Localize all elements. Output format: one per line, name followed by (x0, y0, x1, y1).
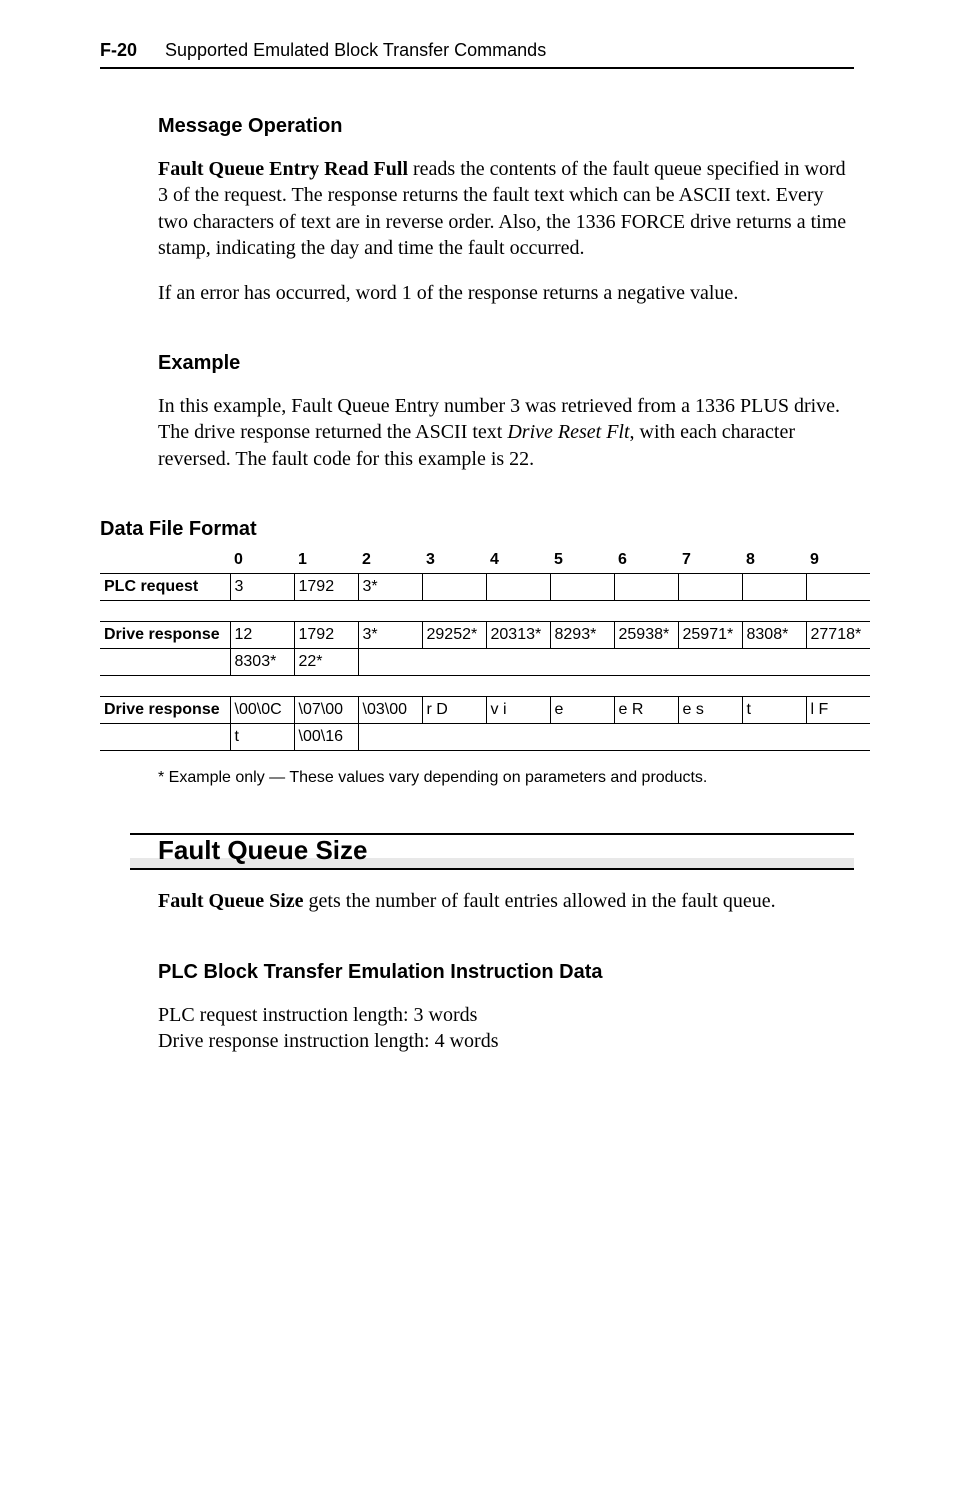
line: Drive response instruction length: 4 wor… (158, 1030, 499, 1052)
page-header: F-20 Supported Emulated Block Transfer C… (100, 40, 854, 69)
cell: \07\00 (294, 697, 358, 724)
cell: 29252* (422, 622, 486, 649)
cell: 3* (358, 622, 422, 649)
cell: 3 (230, 574, 294, 601)
table-row: t \00\16 (100, 724, 870, 751)
cell: \00\0C (230, 697, 294, 724)
cell: \03\00 (358, 697, 422, 724)
cell (678, 724, 742, 751)
cell: v i (486, 697, 550, 724)
heading-data-file: Data File Format (100, 518, 854, 541)
cell: 3* (358, 574, 422, 601)
heading-plc-instruction: PLC Block Transfer Emulation Instruction… (158, 961, 854, 984)
cell: e R (614, 697, 678, 724)
cell (550, 574, 614, 601)
paragraph: PLC request instruction length: 3 words … (158, 1002, 854, 1055)
cell: 27718* (806, 622, 870, 649)
page-header-title: Supported Emulated Block Transfer Comman… (165, 40, 546, 61)
cell (486, 724, 550, 751)
heading-message-operation: Message Operation (158, 115, 854, 138)
data-table: 0 1 2 3 4 5 6 7 8 9 PLC request 3 1792 3… (100, 547, 870, 751)
cell (742, 724, 806, 751)
row-label: PLC request (100, 574, 230, 601)
italic-text: Drive Reset Flt (507, 421, 629, 443)
cell: t (742, 697, 806, 724)
cell (486, 649, 550, 676)
cell: e (550, 697, 614, 724)
row-label: Drive response (100, 697, 230, 724)
col-head: 8 (742, 547, 806, 574)
row-label: Drive response (100, 622, 230, 649)
heading-feature: Fault Queue Size (130, 835, 854, 870)
table-row: Drive response \00\0C \07\00 \03\00 r D … (100, 697, 870, 724)
cell: l F (806, 697, 870, 724)
cell (358, 724, 422, 751)
table-row: Drive response 12 1792 3* 29252* 20313* … (100, 622, 870, 649)
cell (742, 574, 806, 601)
cell: \00\16 (294, 724, 358, 751)
col-head: 5 (550, 547, 614, 574)
col-head: 3 (422, 547, 486, 574)
lead-bold: Fault Queue Entry Read Full (158, 158, 408, 180)
paragraph: Fault Queue Size gets the number of faul… (158, 888, 854, 914)
col-head: 6 (614, 547, 678, 574)
heading-example: Example (158, 352, 854, 375)
paragraph: If an error has occurred, word 1 of the … (158, 280, 854, 306)
lead-bold: Fault Queue Size (158, 890, 304, 912)
cell (422, 574, 486, 601)
cell (742, 649, 806, 676)
cell (422, 649, 486, 676)
cell: 8303* (230, 649, 294, 676)
col-head: 2 (358, 547, 422, 574)
cell (422, 724, 486, 751)
cell: 8308* (742, 622, 806, 649)
cell (358, 649, 422, 676)
cell: 12 (230, 622, 294, 649)
cell (550, 724, 614, 751)
cell (614, 724, 678, 751)
cell: 25971* (678, 622, 742, 649)
cell (550, 649, 614, 676)
cell (614, 649, 678, 676)
col-head: 7 (678, 547, 742, 574)
cell: 22* (294, 649, 358, 676)
cell: r D (422, 697, 486, 724)
cell: e s (678, 697, 742, 724)
table-footnote: * Example only — These values vary depen… (158, 769, 854, 787)
cell: 1792 (294, 622, 358, 649)
cell: 1792 (294, 574, 358, 601)
cell (806, 649, 870, 676)
cell: 25938* (614, 622, 678, 649)
table-header-row: 0 1 2 3 4 5 6 7 8 9 (100, 547, 870, 574)
table-row: PLC request 3 1792 3* (100, 574, 870, 601)
cell: 20313* (486, 622, 550, 649)
body-rest: gets the number of fault entries allowed… (304, 890, 776, 912)
paragraph: In this example, Fault Queue Entry numbe… (158, 393, 854, 472)
table-row: 8303* 22* (100, 649, 870, 676)
cell (806, 574, 870, 601)
line: PLC request instruction length: 3 words (158, 1004, 477, 1026)
col-head: 9 (806, 547, 870, 574)
cell (678, 649, 742, 676)
col-head: 1 (294, 547, 358, 574)
cell (806, 724, 870, 751)
col-head: 4 (486, 547, 550, 574)
page-number: F-20 (100, 40, 137, 61)
cell (678, 574, 742, 601)
paragraph: Fault Queue Entry Read Full reads the co… (158, 156, 854, 262)
cell (486, 574, 550, 601)
cell: t (230, 724, 294, 751)
col-head: 0 (230, 547, 294, 574)
cell: 8293* (550, 622, 614, 649)
cell (614, 574, 678, 601)
